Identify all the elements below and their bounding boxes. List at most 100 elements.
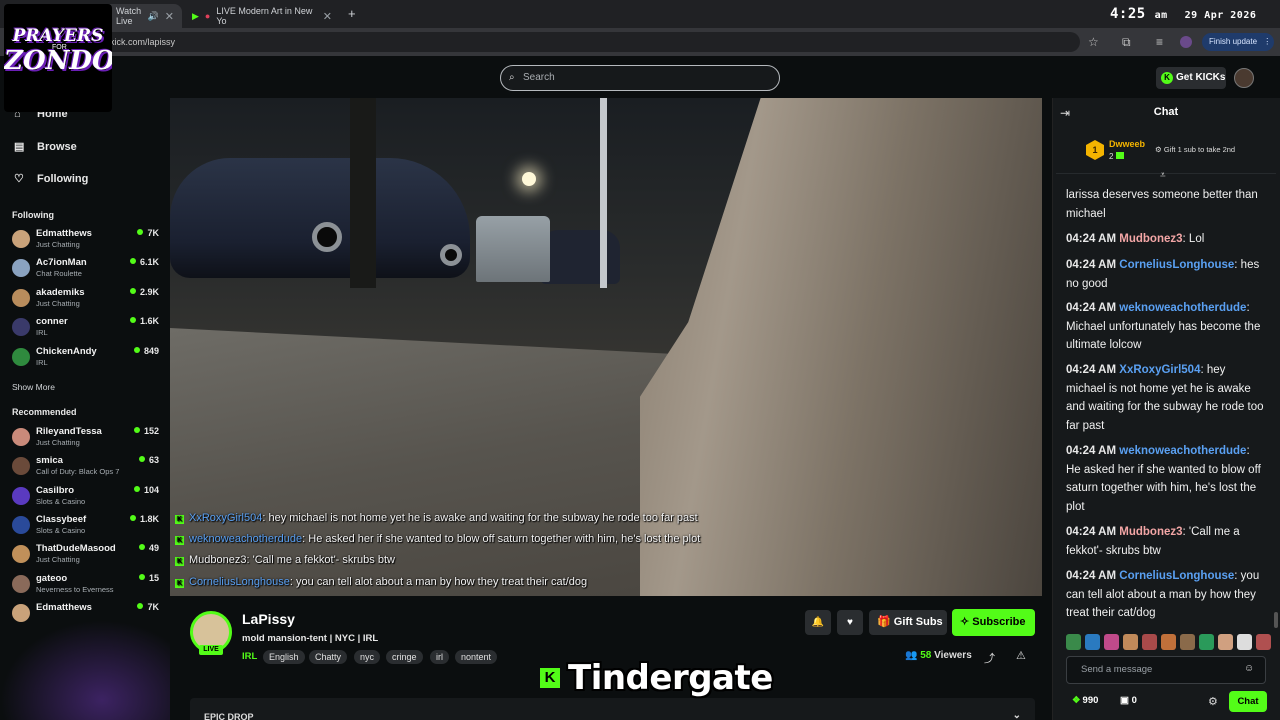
chat-username[interactable]: CorneliusLonghouse <box>1119 259 1234 271</box>
emoji-icon[interactable]: ☺ <box>1244 663 1254 674</box>
chat-scrollbar[interactable] <box>1274 612 1278 628</box>
emote-icon[interactable] <box>1180 634 1195 650</box>
kick-icon: K <box>175 557 184 566</box>
gift-icon <box>1116 152 1125 159</box>
viewer-number: 58 <box>920 650 932 661</box>
channel-points[interactable]: ▣ 0 <box>1120 695 1137 706</box>
search-input[interactable]: ⌕ Search <box>500 65 780 91</box>
sidebar-item-browse[interactable]: ▤ Browse <box>14 140 77 153</box>
viewer-count: 👥 58 Viewers <box>905 650 972 661</box>
filter-icon[interactable]: ⩡ <box>1160 170 1166 181</box>
viewer-count: 104 <box>134 485 159 495</box>
channel-item[interactable]: Edmatthews Just Chatting 7K <box>12 228 162 254</box>
chat-send-button[interactable]: Chat <box>1229 691 1267 712</box>
profile-avatar[interactable] <box>1180 36 1192 48</box>
chat-username[interactable]: weknoweachotherdude <box>1119 445 1246 457</box>
video-tree <box>350 98 376 288</box>
emote-icon[interactable] <box>1256 634 1271 650</box>
chat-text: larissa deserves someone better than mic… <box>1066 189 1258 220</box>
user-avatar[interactable] <box>1234 68 1254 88</box>
chat-message-input[interactable]: Send a message <box>1066 656 1266 684</box>
emote-icon[interactable] <box>1161 634 1176 650</box>
tag-chip[interactable]: Chatty <box>309 650 348 664</box>
show-more-link[interactable]: Show More <box>12 382 55 392</box>
emote-icon[interactable] <box>1237 634 1252 650</box>
emote-icon[interactable] <box>1066 634 1081 650</box>
clock-time: 4:25 <box>1110 6 1146 22</box>
chat-username[interactable]: CorneliusLonghouse <box>1119 570 1234 582</box>
viewer-count: 1.6K <box>130 316 159 326</box>
epic-drop-panel[interactable]: EPIC DROP ⌄ <box>190 698 1035 720</box>
follow-button[interactable]: ♥ <box>837 610 863 635</box>
channel-item[interactable]: Casilbro Slots & Casino 104 <box>12 485 162 511</box>
emote-icon[interactable] <box>1085 634 1100 650</box>
emote-icon[interactable] <box>1218 634 1233 650</box>
share-icon[interactable]: ⤴ <box>984 650 995 666</box>
tag-chip[interactable]: cringe <box>386 650 423 664</box>
streamer-name[interactable]: LaPissy <box>242 611 295 627</box>
channel-item[interactable]: smica Call of Duty: Black Ops 7 63 <box>12 455 162 481</box>
new-tab-icon[interactable]: + <box>348 6 356 21</box>
tag-chip[interactable]: nyc <box>354 650 381 664</box>
overlay-chat-message: K XxRoxyGirl504: hey michael is not home … <box>175 512 698 524</box>
bookmark-star-icon[interactable]: ☆ <box>1088 35 1099 49</box>
channel-item[interactable]: RileyandTessa Just Chatting 152 <box>12 426 162 452</box>
viewer-count: 849 <box>134 346 159 356</box>
channel-item[interactable]: akademiks Just Chatting 2.9K <box>12 287 162 313</box>
channel-item[interactable]: ChickenAndy IRL 849 <box>12 346 162 372</box>
notification-bell-button[interactable]: 🔔 <box>805 610 831 635</box>
subscribe-button[interactable]: ✧ Subscribe <box>952 609 1035 636</box>
channel-category: Just Chatting <box>36 555 80 564</box>
close-tab-icon[interactable]: ✕ <box>165 10 174 23</box>
emote-icon[interactable] <box>1104 634 1119 650</box>
chat-username[interactable]: Mudbonez3 <box>1119 233 1182 245</box>
overlay-text: : you can tell alot about a man by how t… <box>289 576 588 588</box>
tag-chip[interactable]: irl <box>430 650 449 664</box>
tab-search-icon[interactable]: ≡ <box>1156 35 1163 49</box>
channel-category: Neverness to Everness <box>36 585 114 594</box>
tab-live-modern-art[interactable]: ▶ ● LIVE Modern Art in New Yo ✕ <box>184 4 340 28</box>
channel-item[interactable]: ThatDudeMasood Just Chatting 49 <box>12 543 162 569</box>
chat-message: 04:24 AM XxRoxyGirl504: hey michael is n… <box>1066 361 1266 435</box>
tab-label: LIVE Modern Art in New Yo <box>216 6 313 26</box>
chat-time: 04:24 AM <box>1066 526 1117 538</box>
nav-label: Following <box>37 173 89 185</box>
chat-username[interactable]: XxRoxyGirl504 <box>1119 364 1200 376</box>
channel-item[interactable]: gateoo Neverness to Everness 15 <box>12 573 162 599</box>
sidebar-item-following[interactable]: ♡ Following <box>14 172 88 185</box>
emote-icon[interactable] <box>1123 634 1138 650</box>
avatar <box>12 428 30 446</box>
finish-update-button[interactable]: Finish update ⋮ <box>1202 33 1274 51</box>
channel-name: akademiks <box>36 287 85 298</box>
extensions-icon[interactable]: ⧉ <box>1122 35 1131 50</box>
more-vert-icon[interactable]: ⋮ <box>1263 37 1271 46</box>
points-value: 0 <box>1131 695 1137 706</box>
channel-name: RileyandTessa <box>36 426 102 437</box>
channel-item[interactable]: conner IRL 1.6K <box>12 316 162 342</box>
channel-item[interactable]: Classybeef Slots & Casino 1.8K <box>12 514 162 540</box>
get-kicks-button[interactable]: K Get KICKs <box>1156 67 1226 89</box>
channel-item[interactable]: Ac7ionMan Chat Roulette 6.1K <box>12 257 162 283</box>
viewer-count: 49 <box>139 543 159 553</box>
video-streetlight <box>522 172 536 186</box>
gear-icon[interactable]: ⚙ <box>1208 695 1218 708</box>
chat-message: larissa deserves someone better than mic… <box>1066 186 1266 223</box>
close-tab-icon[interactable]: ✕ <box>323 10 332 23</box>
viewers-label: Viewers <box>934 650 972 661</box>
stream-category[interactable]: IRL <box>242 651 257 662</box>
gift-subs-button[interactable]: 🎁 Gift Subs <box>869 610 947 635</box>
chat-username[interactable]: Mudbonez3 <box>1119 526 1182 538</box>
avatar <box>12 318 30 336</box>
tag-chip[interactable]: nontent <box>455 650 498 664</box>
report-icon[interactable]: ⚠ <box>1016 649 1026 662</box>
emote-icon[interactable] <box>1142 634 1157 650</box>
channel-category: IRL <box>36 328 48 337</box>
chat-username[interactable]: weknoweachotherdude <box>1119 302 1246 314</box>
gift-cta[interactable]: ⚙ Gift 1 sub to take 2nd <box>1155 145 1235 154</box>
viewer-count: 2.9K <box>130 287 159 297</box>
tag-chip[interactable]: English <box>263 650 305 664</box>
kick-icon: K <box>175 515 184 524</box>
url-field[interactable]: kick.com/lapissy <box>100 32 1080 52</box>
top-gifter-name[interactable]: Dwweeb <box>1109 139 1145 149</box>
emote-icon[interactable] <box>1199 634 1214 650</box>
